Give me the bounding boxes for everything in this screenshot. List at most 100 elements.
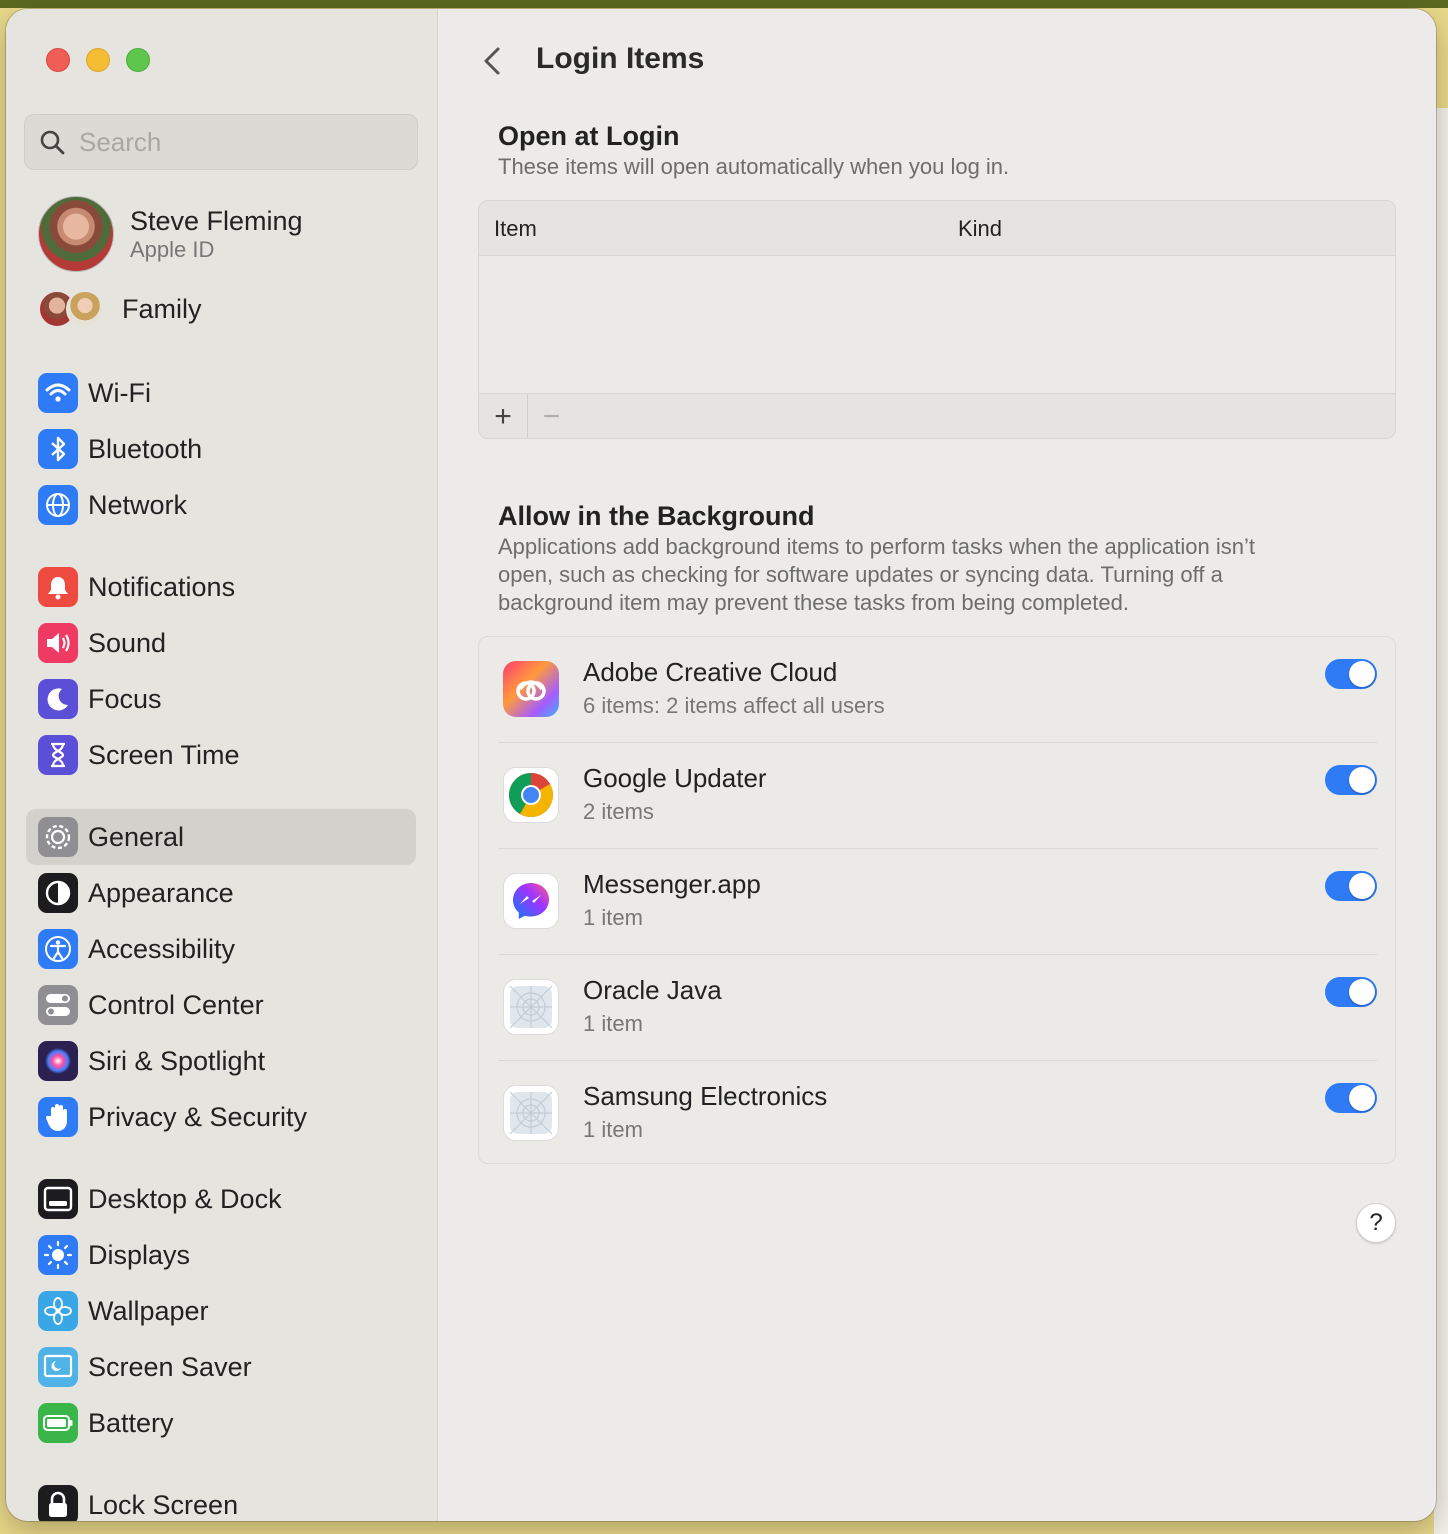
sidebar-item-privacy-and-security[interactable]: Privacy & Security [26, 1089, 416, 1145]
app-detail: 1 item [583, 1011, 643, 1036]
sidebar-item-label: Appearance [88, 877, 234, 908]
moon-icon [38, 679, 78, 719]
battery-icon [38, 1403, 78, 1443]
list-item: Google Updater 2 items [479, 743, 1397, 849]
sidebar-item-sound[interactable]: Sound [26, 615, 416, 671]
globe-icon [38, 485, 78, 525]
sidebar-item-accessibility[interactable]: Accessibility [26, 921, 416, 977]
open-at-login-title: Open at Login [498, 121, 680, 151]
sidebar-item-label: Desktop & Dock [88, 1183, 282, 1214]
app-detail: 1 item [583, 1117, 643, 1142]
sun-icon [38, 1235, 78, 1275]
apple-id-profile[interactable]: Steve Fleming Apple ID [38, 196, 303, 272]
open-at-login-description: These items will open automatically when… [498, 154, 1010, 179]
sidebar-item-battery[interactable]: Battery [26, 1395, 416, 1451]
system-settings-window: Steve Fleming Apple ID Family Wi-Fi Bluet… [6, 9, 1436, 1521]
search-input[interactable] [79, 126, 399, 158]
sidebar-item-focus[interactable]: Focus [26, 671, 416, 727]
back-button[interactable] [478, 43, 506, 79]
app-name: Messenger.app [583, 869, 761, 899]
app-detail: 2 items [583, 799, 654, 824]
zoom-window-button[interactable] [126, 48, 150, 72]
sidebar-item-bluetooth[interactable]: Bluetooth [26, 421, 416, 477]
avatar [38, 196, 114, 272]
lock-icon [38, 1485, 78, 1521]
oracle-java-toggle[interactable] [1325, 977, 1377, 1007]
family-avatar [66, 290, 104, 328]
profile-subtitle: Apple ID [130, 237, 215, 262]
sidebar-item-displays[interactable]: Displays [26, 1227, 416, 1283]
family-label: Family [122, 293, 202, 324]
hourglass-icon [38, 735, 78, 775]
screensaver-icon [38, 1347, 78, 1387]
window-controls [46, 48, 150, 72]
sidebar-item-wi-fi[interactable]: Wi-Fi [26, 365, 416, 421]
list-item: Messenger.app 1 item [479, 849, 1397, 955]
sidebar-item-label: Screen Saver [88, 1351, 252, 1382]
search-icon [40, 130, 65, 155]
table-body [479, 256, 1395, 393]
sidebar-item-label: Sound [88, 627, 167, 658]
sidebar-item-screen-saver[interactable]: Screen Saver [26, 1339, 416, 1395]
main-pane: Login Items Open at Login These items wi… [438, 9, 1436, 1521]
table-header: Item Kind [479, 201, 1395, 256]
messenger-icon [503, 873, 559, 929]
sidebar-item-label: Battery [88, 1407, 174, 1438]
add-login-item-button[interactable]: + [479, 394, 527, 438]
list-item: Adobe Creative Cloud 6 items: 2 items af… [479, 637, 1397, 743]
app-name: Samsung Electronics [583, 1081, 828, 1111]
profile-name: Steve Fleming [130, 206, 303, 236]
sidebar-item-label: Siri & Spotlight [88, 1045, 266, 1076]
sidebar-item-label: Notifications [88, 571, 236, 602]
remove-login-item-button[interactable]: − [527, 394, 575, 438]
generic-app-icon [503, 1085, 559, 1141]
generic-app-icon [503, 979, 559, 1035]
sidebar-item-label: Lock Screen [88, 1489, 239, 1520]
sidebar-item-family[interactable]: Family [38, 290, 202, 328]
sidebar-item-label: Control Center [88, 989, 264, 1020]
sidebar-item-label: Screen Time [88, 739, 240, 770]
sidebar-item-network[interactable]: Network [26, 477, 416, 533]
speaker-icon [38, 623, 78, 663]
sidebar-item-siri-and-spotlight[interactable]: Siri & Spotlight [26, 1033, 416, 1089]
sidebar-item-control-center[interactable]: Control Center [26, 977, 416, 1033]
sidebar-item-label: Displays [88, 1239, 191, 1270]
siri-icon [38, 1041, 78, 1081]
sidebar-item-label: Accessibility [88, 933, 236, 964]
column-header-item[interactable]: Item [494, 216, 537, 242]
sidebar-item-screen-time[interactable]: Screen Time [26, 727, 416, 783]
sidebar-item-lock-screen[interactable]: Lock Screen [26, 1477, 416, 1521]
sidebar-item-label: Network [88, 489, 188, 520]
column-header-kind[interactable]: Kind [958, 216, 1002, 242]
help-button[interactable]: ? [1356, 1203, 1396, 1243]
messenger-toggle[interactable] [1325, 871, 1377, 901]
sidebar-item-notifications[interactable]: Notifications [26, 559, 416, 615]
minimize-window-button[interactable] [86, 48, 110, 72]
hand-icon [38, 1097, 78, 1137]
flower-icon [38, 1291, 78, 1331]
desktop-background-right [1434, 8, 1448, 1534]
search-field[interactable] [24, 114, 418, 170]
chrome-icon [503, 767, 559, 823]
appearance-icon [38, 873, 78, 913]
sidebar-item-wallpaper[interactable]: Wallpaper [26, 1283, 416, 1339]
desktop-background-top [0, 0, 1448, 8]
sidebar-item-label: Wallpaper [88, 1295, 209, 1326]
sidebar-item-label: General [88, 821, 185, 852]
sidebar-item-appearance[interactable]: Appearance [26, 865, 416, 921]
table-footer: + − [479, 393, 1395, 438]
samsung-electronics-toggle[interactable] [1325, 1083, 1377, 1113]
close-window-button[interactable] [46, 48, 70, 72]
adobe-cc-icon [503, 661, 559, 717]
adobe-creative-cloud-toggle[interactable] [1325, 659, 1377, 689]
sidebar-item-general[interactable]: General [26, 809, 416, 865]
sidebar-item-label: Wi-Fi [88, 377, 151, 408]
app-detail: 6 items: 2 items affect all users [583, 693, 885, 718]
sidebar-item-desktop-and-dock[interactable]: Desktop & Dock [26, 1171, 416, 1227]
wifi-icon [38, 373, 78, 413]
gear-icon [38, 817, 78, 857]
switches-icon [38, 985, 78, 1025]
google-updater-toggle[interactable] [1325, 765, 1377, 795]
bell-icon [38, 567, 78, 607]
allow-background-title: Allow in the Background [498, 501, 815, 531]
